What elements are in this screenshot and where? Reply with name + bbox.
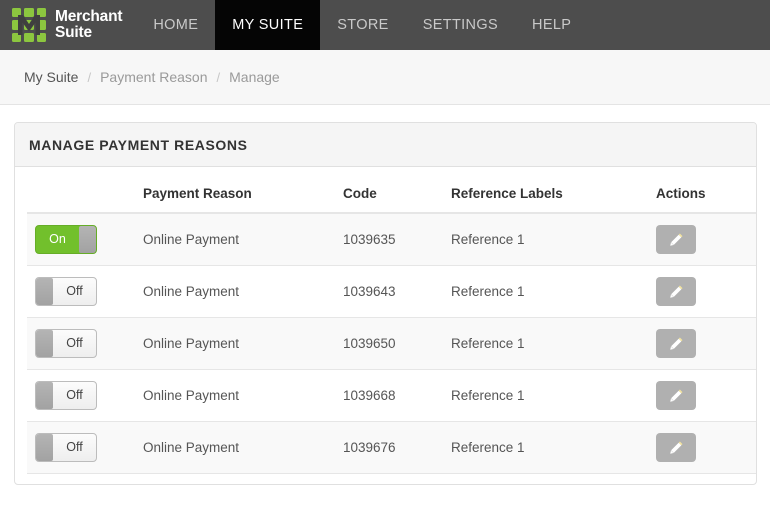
breadcrumb: My Suite / Payment Reason / Manage — [0, 50, 770, 105]
status-toggle-switch[interactable]: On — [35, 225, 97, 254]
column-header-status — [27, 177, 135, 214]
panel-heading: MANAGE PAYMENT REASONS — [15, 123, 756, 167]
cell-payment-reason: Online Payment — [135, 369, 335, 422]
table-header-row: Payment Reason Code Reference Labels Act… — [27, 177, 756, 214]
cell-actions — [648, 317, 756, 370]
cell-payment-reason: Online Payment — [135, 317, 335, 370]
status-toggle-switch[interactable]: Off — [35, 329, 97, 358]
panel-body: Payment Reason Code Reference Labels Act… — [15, 167, 756, 474]
table-body: On Online Payment 1039635 Reference 1 Off Onl… — [27, 213, 756, 474]
cell-payment-reason: Online Payment — [135, 421, 335, 474]
cell-code: 1039635 — [335, 213, 443, 266]
cell-code: 1039676 — [335, 421, 443, 474]
cell-payment-reason: Online Payment — [135, 265, 335, 318]
status-toggle-label: Off — [66, 388, 83, 402]
cell-code: 1039668 — [335, 369, 443, 422]
main-nav: HOME MY SUITE STORE SETTINGS HELP — [136, 0, 588, 50]
status-toggle-label: Off — [66, 284, 83, 298]
column-header-actions: Actions — [648, 177, 756, 214]
edit-button[interactable] — [656, 225, 696, 254]
cell-code: 1039643 — [335, 265, 443, 318]
breadcrumb-separator: / — [87, 69, 92, 85]
page-content: MANAGE PAYMENT REASONS Payment Reason Co… — [0, 105, 770, 485]
table-row: Off Online Payment 1039668 Reference 1 — [27, 369, 756, 422]
page-title: MANAGE PAYMENT REASONS — [29, 136, 248, 153]
payment-reasons-table: Payment Reason Code Reference Labels Act… — [27, 177, 756, 474]
edit-button[interactable] — [656, 277, 696, 306]
cell-reference-labels: Reference 1 — [443, 213, 648, 266]
status-toggle-knob — [36, 434, 53, 461]
brand-name: Merchant Suite — [55, 8, 123, 41]
status-toggle-switch[interactable]: Off — [35, 277, 97, 306]
cell-reference-labels: Reference 1 — [443, 421, 648, 474]
breadcrumb-item-my-suite[interactable]: My Suite — [24, 69, 78, 85]
pencil-icon — [669, 336, 684, 351]
pencil-icon — [669, 232, 684, 247]
cell-code: 1039650 — [335, 317, 443, 370]
status-toggle-knob — [36, 382, 53, 409]
cell-status: Off — [27, 421, 135, 474]
cell-reference-labels: Reference 1 — [443, 317, 648, 370]
table-header: Payment Reason Code Reference Labels Act… — [27, 177, 756, 214]
table-row: Off Online Payment 1039650 Reference 1 — [27, 317, 756, 370]
status-toggle-label: Off — [66, 336, 83, 350]
merchant-suite-grid-m-logo-icon — [12, 8, 46, 42]
cell-status: On — [27, 213, 135, 266]
table-row: On Online Payment 1039635 Reference 1 — [27, 213, 756, 266]
status-toggle-label: On — [49, 232, 66, 246]
cell-reference-labels: Reference 1 — [443, 265, 648, 318]
status-toggle-knob — [36, 330, 53, 357]
table-row: Off Online Payment 1039643 Reference 1 — [27, 265, 756, 318]
cell-actions — [648, 369, 756, 422]
breadcrumb-separator: / — [216, 69, 221, 85]
cell-status: Off — [27, 369, 135, 422]
cell-actions — [648, 265, 756, 318]
cell-status: Off — [27, 265, 135, 318]
column-header-code: Code — [335, 177, 443, 214]
breadcrumb-item-payment-reason[interactable]: Payment Reason — [100, 69, 207, 85]
pencil-icon — [669, 388, 684, 403]
status-toggle-knob — [79, 226, 96, 253]
brand-line-1: Merchant — [55, 8, 123, 25]
nav-item-help[interactable]: HELP — [515, 0, 588, 50]
status-toggle-switch[interactable]: Off — [35, 381, 97, 410]
top-navbar: Merchant Suite HOME MY SUITE STORE SETTI… — [0, 0, 770, 50]
pencil-icon — [669, 440, 684, 455]
edit-button[interactable] — [656, 381, 696, 410]
status-toggle-label: Off — [66, 440, 83, 454]
cell-reference-labels: Reference 1 — [443, 369, 648, 422]
nav-item-my-suite[interactable]: MY SUITE — [215, 0, 321, 50]
edit-button[interactable] — [656, 433, 696, 462]
breadcrumb-item-manage: Manage — [229, 69, 280, 85]
status-toggle-switch[interactable]: Off — [35, 433, 97, 462]
edit-button[interactable] — [656, 329, 696, 358]
table-row: Off Online Payment 1039676 Reference 1 — [27, 421, 756, 474]
manage-payment-reasons-panel: MANAGE PAYMENT REASONS Payment Reason Co… — [14, 122, 757, 485]
brand-line-2: Suite — [55, 24, 92, 41]
brand-logo-link[interactable]: Merchant Suite — [0, 0, 136, 50]
cell-status: Off — [27, 317, 135, 370]
cell-payment-reason: Online Payment — [135, 213, 335, 266]
nav-item-home[interactable]: HOME — [136, 0, 215, 50]
nav-item-store[interactable]: STORE — [320, 0, 405, 50]
cell-actions — [648, 213, 756, 266]
nav-item-settings[interactable]: SETTINGS — [406, 0, 515, 50]
pencil-icon — [669, 284, 684, 299]
column-header-reference: Reference Labels — [443, 177, 648, 214]
column-header-reason: Payment Reason — [135, 177, 335, 214]
status-toggle-knob — [36, 278, 53, 305]
cell-actions — [648, 421, 756, 474]
